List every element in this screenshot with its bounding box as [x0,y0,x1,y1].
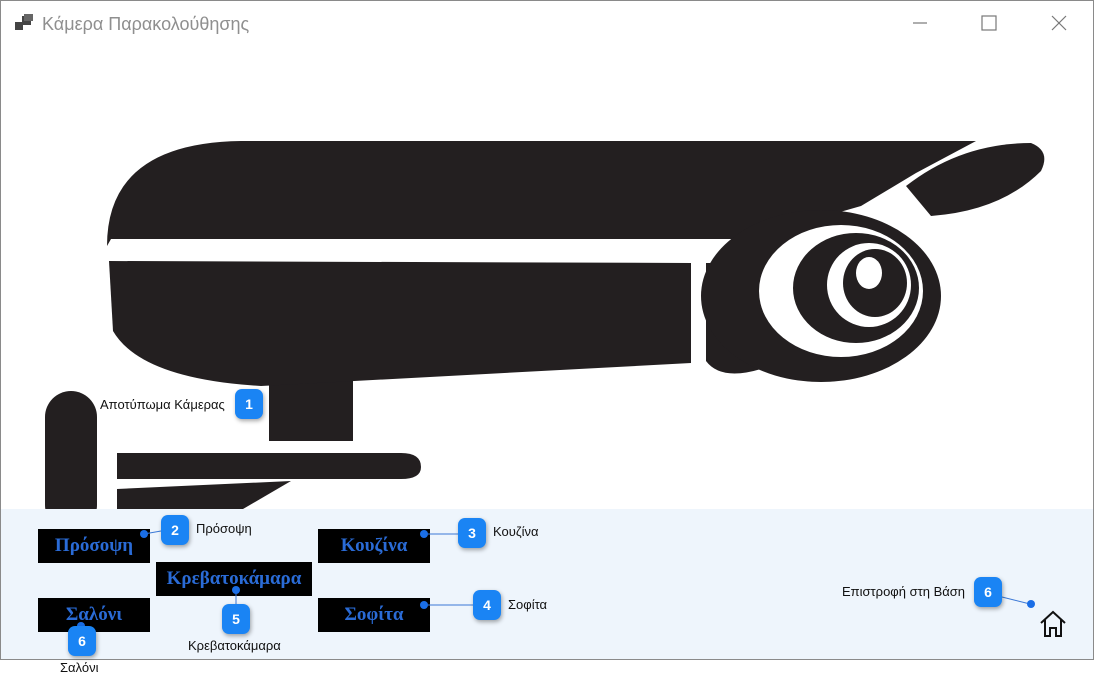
app-window: Κάμερα Παρακολούθησης Πρόσοψη Κουζίνα Κρ… [0,0,1094,660]
close-icon [1051,15,1067,31]
annotation-label: Σαλόνι [60,660,99,675]
window-title: Κάμερα Παρακολούθησης [42,14,250,34]
maximize-icon [981,15,997,31]
kitchen-button[interactable]: Κουζίνα [318,529,430,563]
home-icon [1040,610,1066,637]
annotation-dot [420,530,428,538]
camera-lens [701,210,941,382]
attic-button[interactable]: Σοφίτα [318,598,430,632]
annotation-dot [1027,600,1035,608]
title-bar[interactable]: Κάμερα Παρακολούθησης [1,1,1093,45]
front-button[interactable]: Πρόσοψη [38,529,150,563]
annotation-label: Κρεβατοκάμαρα [188,638,281,653]
annotation-label: Αποτύπωμα Κάμερας [100,397,225,412]
minimize-button[interactable] [897,1,943,45]
page: Κάμερα Παρακολούθησης Πρόσοψη Κουζίνα Κρ… [0,0,1094,677]
home-button[interactable] [1037,609,1069,639]
annotation-badge: 6 [68,626,96,656]
maximize-button[interactable] [966,1,1012,45]
annotation-label: Πρόσοψη [196,521,252,536]
annotation-label: Επιστροφή στη Βάση [842,584,966,599]
minimize-icon [913,22,927,24]
app-icon [15,14,33,30]
annotation-badge: 2 [161,515,189,545]
annotation-label: Σοφίτα [508,597,548,612]
close-button[interactable] [1036,1,1082,45]
annotation-badge: 1 [235,389,263,419]
annotation-dot [140,530,148,538]
annotation-badge: 3 [458,518,486,548]
annotation-badge: 5 [222,604,250,634]
annotation-dot [420,601,428,609]
living-room-button[interactable]: Σαλόνι [38,598,150,632]
annotation-label: Κουζίνα [493,524,539,539]
annotation-badge: 6 [974,577,1002,607]
annotation-dot [232,586,240,594]
security-camera-image [45,141,1045,510]
annotation-badge: 4 [473,590,501,620]
